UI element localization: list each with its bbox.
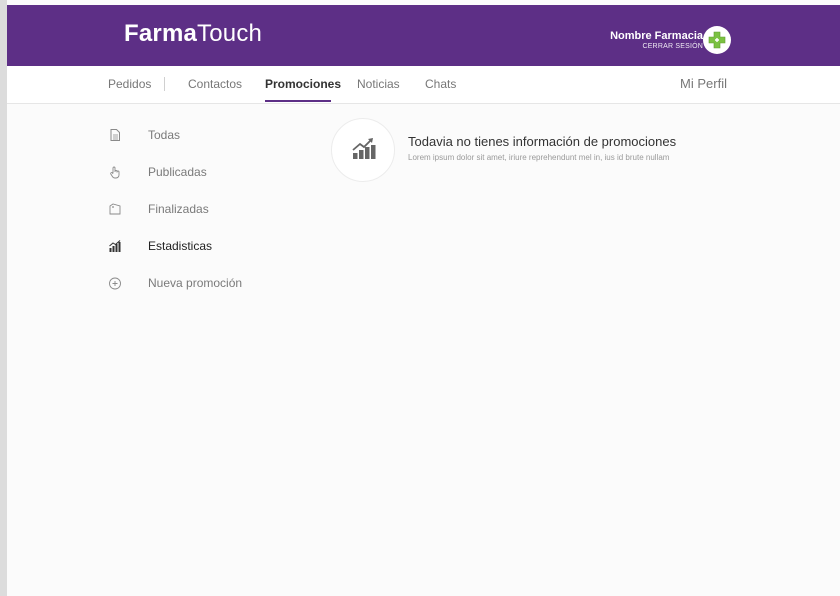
pharmacy-cross-icon [708, 31, 726, 49]
logo-light: Touch [197, 20, 263, 47]
sidebar-item-label: Nueva promoción [148, 276, 243, 290]
tab-contactos[interactable]: Contactos [188, 77, 242, 91]
header: FarmaTouch Nombre Farmacia CERRAR SESIÓN [7, 5, 840, 66]
tab-promociones[interactable]: Promociones [265, 77, 341, 91]
logo-bold: Farma [124, 20, 198, 47]
sidebar-item-label: Finalizadas [148, 202, 209, 216]
active-tab-indicator [265, 100, 331, 102]
hand-pointer-icon [110, 166, 120, 179]
sidebar-item-label: Todas [148, 128, 181, 142]
pharmacy-name: Nombre Farmacia [610, 30, 703, 42]
top-nav: Pedidos Contactos Promociones Noticias C… [7, 66, 840, 104]
tab-noticias[interactable]: Noticias [357, 77, 400, 91]
empty-state-title: Todavia no tienes información de promoci… [408, 134, 677, 149]
sidebar-item-label: Publicadas [148, 165, 207, 179]
account-info: Nombre Farmacia CERRAR SESIÓN [610, 30, 703, 51]
tab-pedidos[interactable]: Pedidos [108, 77, 151, 91]
document-icon [110, 129, 120, 141]
stats-icon [109, 240, 121, 252]
window-edge [0, 0, 7, 596]
tag-icon [109, 203, 121, 215]
empty-state-description: Lorem ipsum dolor sit amet, iriure repre… [408, 153, 670, 162]
nav-divider [164, 77, 165, 91]
logo[interactable]: FarmaTouch [124, 19, 262, 49]
empty-state-icon-circle [331, 118, 395, 182]
app: FarmaTouch Nombre Farmacia CERRAR SESIÓN… [7, 0, 840, 596]
trending-chart-icon [352, 138, 376, 159]
avatar[interactable] [703, 26, 731, 54]
logout-link[interactable]: CERRAR SESIÓN [610, 42, 703, 51]
tab-chats[interactable]: Chats [425, 77, 456, 91]
profile-link[interactable]: Mi Perfil [680, 76, 727, 91]
sidebar-item-label: Estadisticas [148, 239, 213, 253]
plus-circle-icon [109, 277, 121, 290]
